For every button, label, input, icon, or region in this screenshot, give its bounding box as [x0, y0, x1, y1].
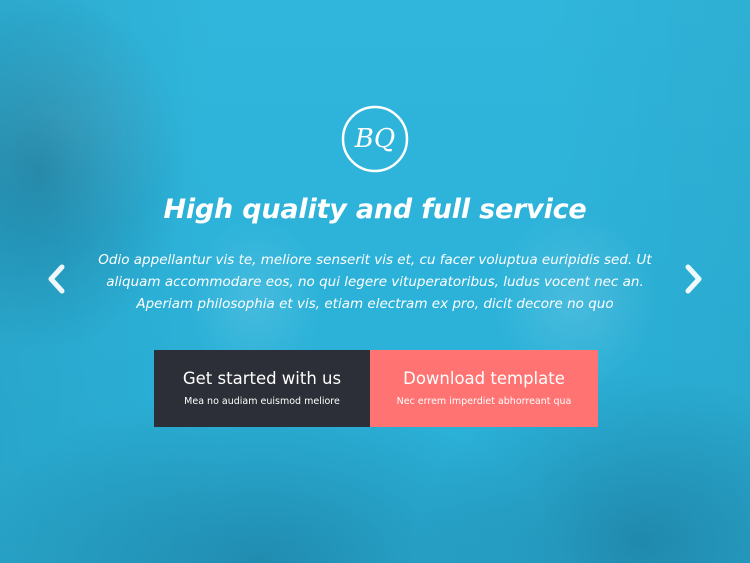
logo-icon: BQ [341, 105, 409, 173]
hero-headline: High quality and full service [163, 194, 587, 225]
cta-group: Get started with us Mea no audiam euismo… [154, 350, 598, 427]
chevron-right-icon [685, 264, 702, 294]
hero-description: Odio appellantur vis te, meliore senseri… [98, 252, 652, 312]
download-template-subtitle: Nec errem imperdiet abhorreant qua [396, 396, 572, 407]
get-started-title: Get started with us [182, 369, 342, 388]
slider-prev-button[interactable] [44, 262, 68, 296]
logo-text: BQ [354, 124, 395, 154]
download-template-button[interactable]: Download template Nec errem imperdiet ab… [370, 350, 598, 427]
get-started-subtitle: Mea no audiam euismod meliore [184, 396, 340, 407]
chevron-left-icon [48, 264, 65, 294]
get-started-button[interactable]: Get started with us Mea no audiam euismo… [154, 350, 370, 427]
logo: BQ [340, 104, 410, 174]
slider-next-button[interactable] [682, 262, 706, 296]
download-template-title: Download template [403, 369, 565, 388]
